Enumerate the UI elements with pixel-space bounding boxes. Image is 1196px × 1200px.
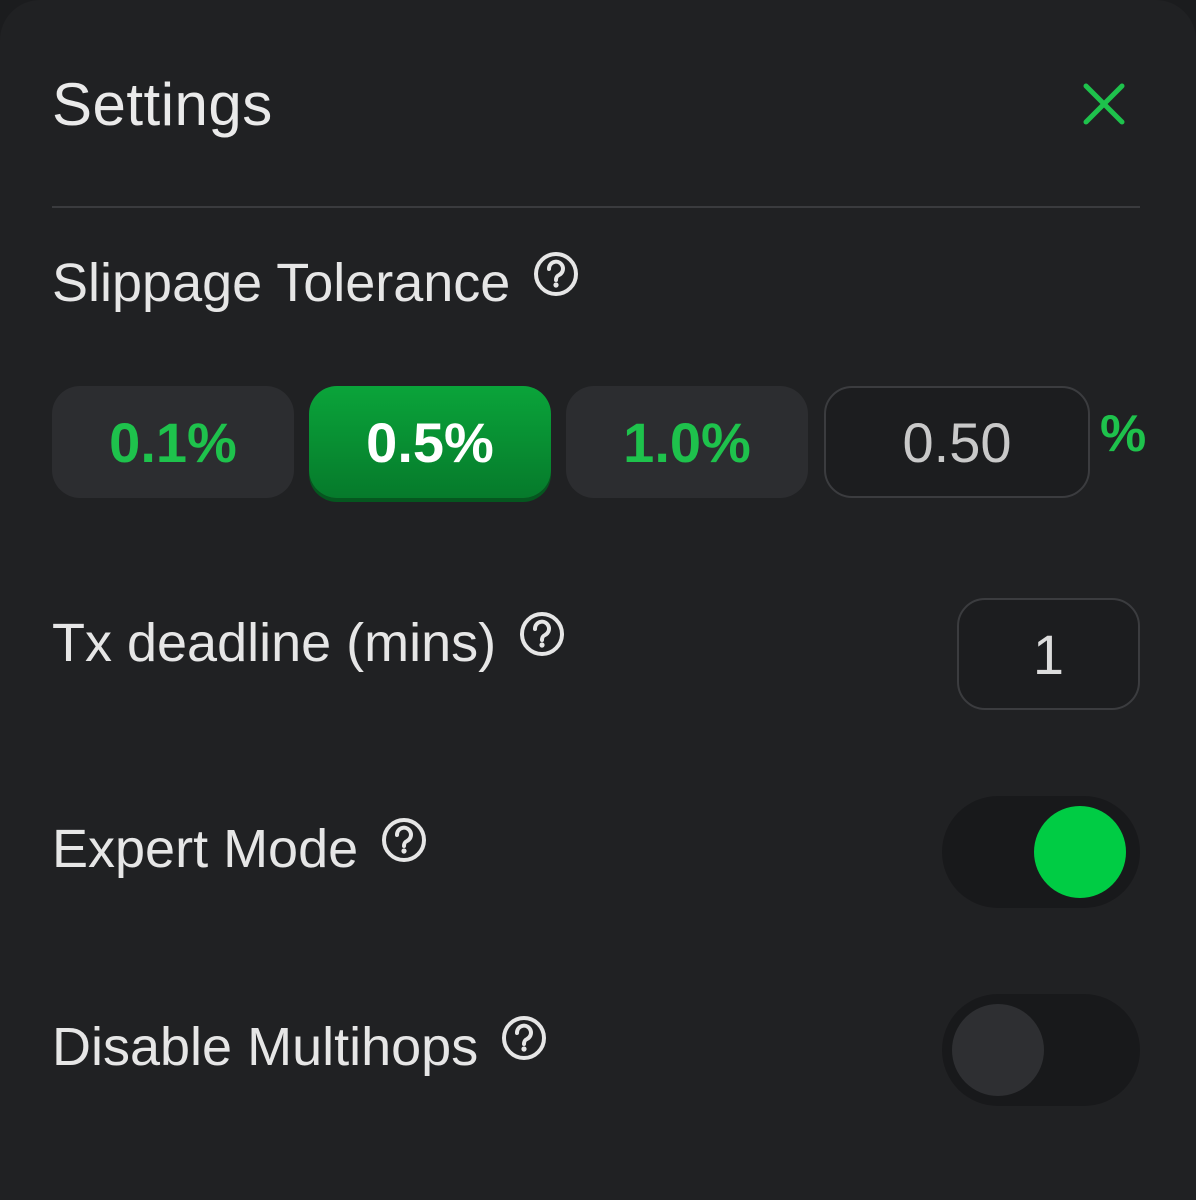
- expert-mode-label-row: Expert Mode: [52, 818, 428, 880]
- multihops-label-row: Disable Multihops: [52, 1016, 548, 1078]
- header-divider: [52, 206, 1140, 208]
- slippage-label-row: Slippage Tolerance: [52, 252, 580, 314]
- close-icon: [1083, 83, 1125, 125]
- expert-mode-toggle[interactable]: [942, 796, 1140, 908]
- help-icon[interactable]: [500, 1013, 548, 1061]
- slippage-label: Slippage Tolerance: [52, 253, 511, 313]
- multihops-label: Disable Multihops: [52, 1017, 479, 1077]
- slippage-preset-0-5[interactable]: 0.5%: [309, 386, 551, 498]
- disable-multihops-toggle[interactable]: [942, 994, 1140, 1106]
- deadline-label-row: Tx deadline (mins): [52, 612, 566, 674]
- toggle-knob: [952, 1004, 1044, 1096]
- help-icon[interactable]: [518, 609, 566, 657]
- deadline-input[interactable]: [957, 598, 1140, 710]
- slippage-custom-input[interactable]: [824, 386, 1090, 498]
- settings-panel: Settings Slippage Tolerance 0.1% 0.5% 1.…: [0, 0, 1196, 1200]
- slippage-preset-1-0[interactable]: 1.0%: [566, 386, 808, 498]
- close-button[interactable]: [1074, 74, 1134, 134]
- deadline-label: Tx deadline (mins): [52, 613, 497, 673]
- help-icon[interactable]: [380, 815, 428, 863]
- help-icon[interactable]: [532, 249, 580, 297]
- settings-header: Settings: [52, 60, 1140, 150]
- slippage-options: 0.1% 0.5% 1.0% %: [52, 386, 1146, 500]
- expert-mode-label: Expert Mode: [52, 819, 359, 879]
- toggle-knob: [1034, 806, 1126, 898]
- page-title: Settings: [52, 71, 273, 138]
- slippage-preset-0-1[interactable]: 0.1%: [52, 386, 294, 498]
- slippage-unit: %: [1100, 405, 1147, 463]
